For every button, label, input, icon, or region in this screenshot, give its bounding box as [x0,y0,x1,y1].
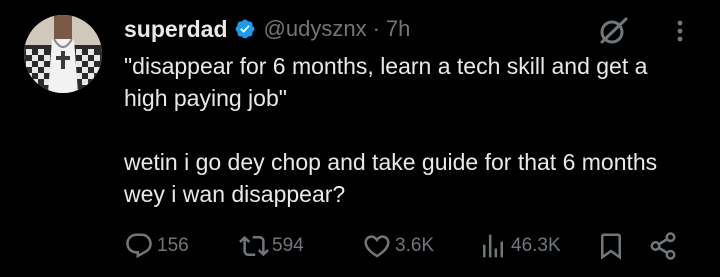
retweet-count: 594 [272,235,304,256]
user-handle[interactable]: @udysznx [264,16,367,42]
action-bar: 156 594 3.6K 46.3K [124,230,694,262]
avatar[interactable] [24,15,102,93]
reply-icon [126,233,152,259]
share-icon [650,232,676,260]
reply-count: 156 [157,235,189,256]
heart-icon [364,235,390,258]
tweet-header: superdad @udysznx · 7h [124,13,410,45]
timestamp[interactable]: 7h [386,16,410,42]
retweet-icon [239,235,269,257]
share-button[interactable] [648,230,678,262]
tweet-paragraph: wetin i go dey chop and take guide for t… [124,149,658,207]
separator-dot: · [372,16,380,41]
display-name[interactable]: superdad [124,16,228,43]
views-button[interactable]: 46.3K [478,230,561,262]
grok-icon[interactable] [596,14,630,48]
tweet-card[interactable]: superdad @udysznx · 7h "disappear for 6 … [0,0,720,277]
tweet-text: "disappear for 6 months, learn a tech sk… [124,50,694,210]
like-button[interactable]: 3.6K [362,230,434,262]
more-dots-icon[interactable] [668,14,692,48]
views-bar-chart-icon [483,234,503,258]
avatar-image [24,15,102,93]
verified-badge-icon [234,18,256,40]
bookmark-button[interactable] [596,230,626,262]
like-count: 3.6K [395,235,435,256]
reply-button[interactable]: 156 [124,230,189,262]
retweet-button[interactable]: 594 [239,230,304,262]
views-count: 46.3K [511,235,561,256]
tweet-paragraph: "disappear for 6 months, learn a tech sk… [124,53,648,111]
bookmark-icon [601,233,621,260]
